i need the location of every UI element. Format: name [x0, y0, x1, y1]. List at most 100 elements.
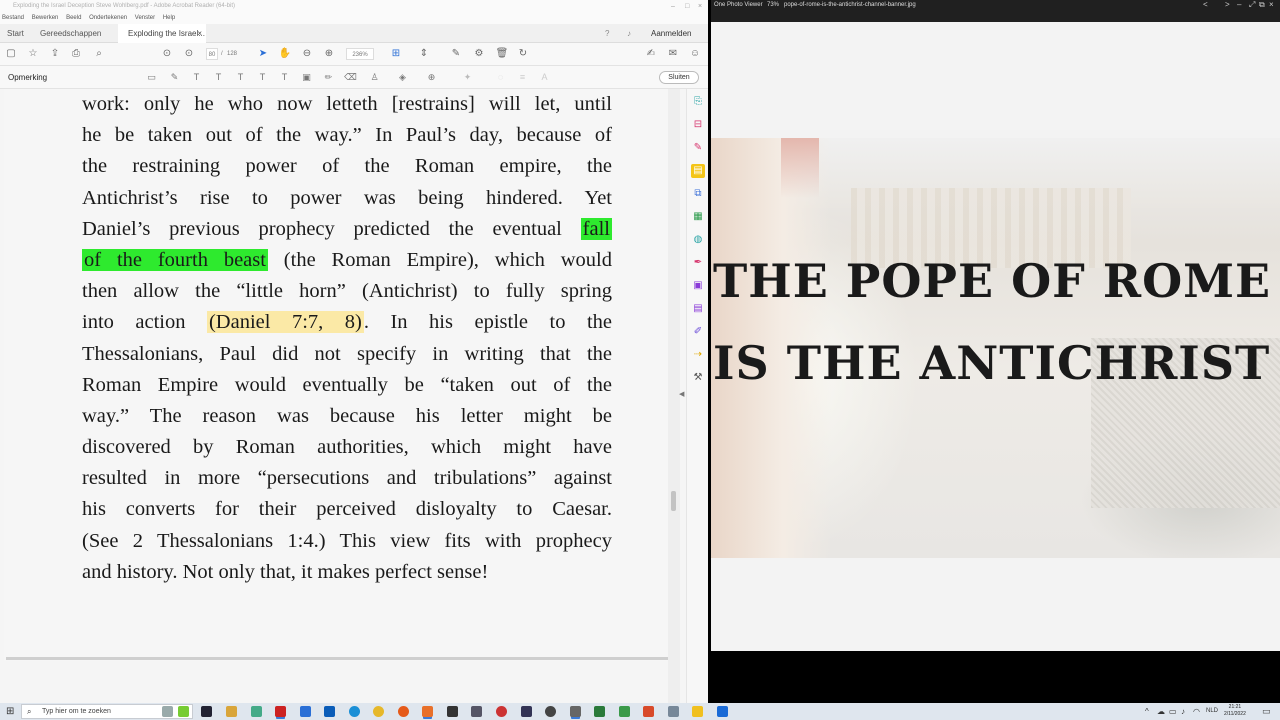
scroll-mode-icon[interactable]: ⇕: [417, 47, 431, 61]
more-tools-icon[interactable]: ⚒: [691, 371, 705, 385]
app-green-icon[interactable]: [251, 706, 262, 717]
edge-icon[interactable]: [349, 706, 360, 717]
account-icon[interactable]: ☺: [688, 47, 702, 61]
minimize-icon[interactable]: –: [671, 0, 675, 13]
help-icon[interactable]: ?: [605, 24, 609, 43]
page-up-icon[interactable]: ⊙: [160, 47, 174, 61]
hand-icon[interactable]: ✋: [278, 47, 292, 61]
menu-beeld[interactable]: Beeld: [66, 15, 81, 21]
shapes-icon[interactable]: ◈: [396, 71, 409, 84]
text-box-icon[interactable]: ▣: [300, 71, 313, 84]
fit-page-icon[interactable]: ⊞: [389, 47, 403, 61]
bell-icon[interactable]: ♪: [627, 24, 631, 43]
insert-text-icon[interactable]: T: [256, 71, 269, 84]
comment-pen-icon[interactable]: ✎: [449, 47, 463, 61]
stamp-icon[interactable]: ⚙: [472, 47, 486, 61]
compress-icon[interactable]: ◍: [691, 233, 705, 247]
scan-icon[interactable]: ▤: [691, 302, 705, 316]
select-cursor-icon[interactable]: ➤: [256, 47, 270, 61]
mail-taskbar-icon[interactable]: [300, 706, 311, 717]
highlight-pen-icon[interactable]: ✎: [168, 71, 181, 84]
prev-image-icon[interactable]: <: [1203, 0, 1208, 10]
mail-icon[interactable]: ✉: [666, 47, 680, 61]
viewer-minimize-icon[interactable]: –: [1237, 0, 1241, 10]
menu-venster[interactable]: Venster: [135, 15, 155, 21]
windows-start-icon[interactable]: ⊞: [6, 706, 17, 717]
close-comment-button[interactable]: Sluiten: [659, 71, 699, 84]
draw-pencil-icon[interactable]: ✏: [322, 71, 335, 84]
chrome-icon[interactable]: [373, 706, 384, 717]
zoom-out-icon[interactable]: ⊖: [300, 47, 314, 61]
app-grid-icon[interactable]: [471, 706, 482, 717]
close-icon[interactable]: ×: [698, 0, 702, 13]
active-app-icon[interactable]: [422, 706, 433, 717]
powerpoint-icon[interactable]: [643, 706, 654, 717]
cortana-icon[interactable]: [162, 706, 173, 717]
text-underline-icon[interactable]: T: [190, 71, 203, 84]
tray-expand-icon[interactable]: ^: [1145, 703, 1149, 720]
store-icon[interactable]: [324, 706, 335, 717]
menu-ondertekenen[interactable]: Ondertekenen: [89, 15, 127, 21]
acrobat-taskbar-icon[interactable]: [275, 706, 286, 717]
next-image-icon[interactable]: >: [1225, 0, 1230, 10]
document-viewport[interactable]: work: only he who now letteth [restrains…: [0, 89, 686, 703]
viewer-restore-icon[interactable]: ⧉: [1259, 0, 1265, 10]
file-explorer-icon[interactable]: [226, 706, 237, 717]
signin-button[interactable]: Aanmelden: [651, 24, 691, 43]
notifications-icon[interactable]: ▭: [1262, 706, 1271, 717]
task-view-icon[interactable]: [201, 706, 212, 717]
app-green2-icon[interactable]: [619, 706, 630, 717]
maximize-icon[interactable]: □: [685, 0, 689, 13]
comment-tool-icon[interactable]: ▤: [691, 164, 705, 178]
organize-icon[interactable]: ▦: [691, 210, 705, 224]
app-red-icon[interactable]: [496, 706, 507, 717]
edit-pdf-icon[interactable]: ✎: [691, 141, 705, 155]
collapse-panel-icon[interactable]: ◀: [679, 390, 684, 398]
redact-icon[interactable]: ✐: [691, 325, 705, 339]
eraser-icon[interactable]: ⌫: [344, 71, 357, 84]
upload-icon[interactable]: ⇪: [48, 47, 62, 61]
language-indicator[interactable]: NLD: [1206, 703, 1218, 720]
attach-icon[interactable]: ⊕: [425, 71, 438, 84]
protect-icon[interactable]: ▣: [691, 279, 705, 293]
print-icon[interactable]: ⎙: [69, 47, 83, 61]
viewer-close-icon[interactable]: ×: [1269, 0, 1274, 10]
excel-icon[interactable]: [594, 706, 605, 717]
pinned-app-icon[interactable]: [178, 706, 189, 717]
sticky-note-icon[interactable]: ▭: [145, 71, 158, 84]
zoom-select[interactable]: 236%: [346, 48, 374, 60]
page-number-input[interactable]: 80: [206, 48, 218, 60]
combine-icon[interactable]: ⧉: [691, 187, 705, 201]
page-down-icon[interactable]: ⊙: [182, 47, 196, 61]
tab-start[interactable]: Start: [7, 24, 24, 43]
search-icon[interactable]: ⌕: [92, 47, 106, 61]
network-icon[interactable]: ▭: [1169, 703, 1177, 720]
tab-tools[interactable]: Gereedschappen: [40, 24, 101, 43]
rotate-icon[interactable]: ↻: [516, 47, 530, 61]
app-blue-icon[interactable]: [717, 706, 728, 717]
app-navy-icon[interactable]: [521, 706, 532, 717]
stamp-tool-icon[interactable]: ♙: [368, 71, 381, 84]
menu-help[interactable]: Help: [163, 15, 175, 21]
app-gray-icon[interactable]: [668, 706, 679, 717]
app-circle-icon[interactable]: [545, 706, 556, 717]
sign-icon[interactable]: ✍: [644, 47, 658, 61]
send-review-icon[interactable]: ⇢: [691, 348, 705, 362]
volume-icon[interactable]: ♪: [1181, 703, 1185, 720]
photo-viewer-taskbar-icon[interactable]: [570, 706, 581, 717]
create-icon[interactable]: ▢: [4, 47, 18, 61]
cloud-icon[interactable]: ☁: [1157, 703, 1165, 720]
menu-bewerken[interactable]: Bewerken: [32, 15, 59, 21]
app-yellow-icon[interactable]: [692, 706, 703, 717]
export-pdf-icon[interactable]: ⎘: [691, 95, 705, 109]
taskbar-clock[interactable]: 21:21 2/11/2022: [1224, 704, 1246, 718]
add-text-icon[interactable]: T: [278, 71, 291, 84]
trash-icon[interactable]: 🗑: [495, 47, 509, 61]
firefox-icon[interactable]: [398, 706, 409, 717]
menu-bestand[interactable]: Bestand: [2, 15, 24, 21]
zoom-in-icon[interactable]: ⊕: [322, 47, 336, 61]
wifi-icon[interactable]: ◠: [1193, 703, 1200, 720]
text-strike-icon[interactable]: T: [212, 71, 225, 84]
bookmark-star-icon[interactable]: ☆: [26, 47, 40, 61]
tab-document[interactable]: Exploding the Israel... ×: [118, 24, 206, 43]
